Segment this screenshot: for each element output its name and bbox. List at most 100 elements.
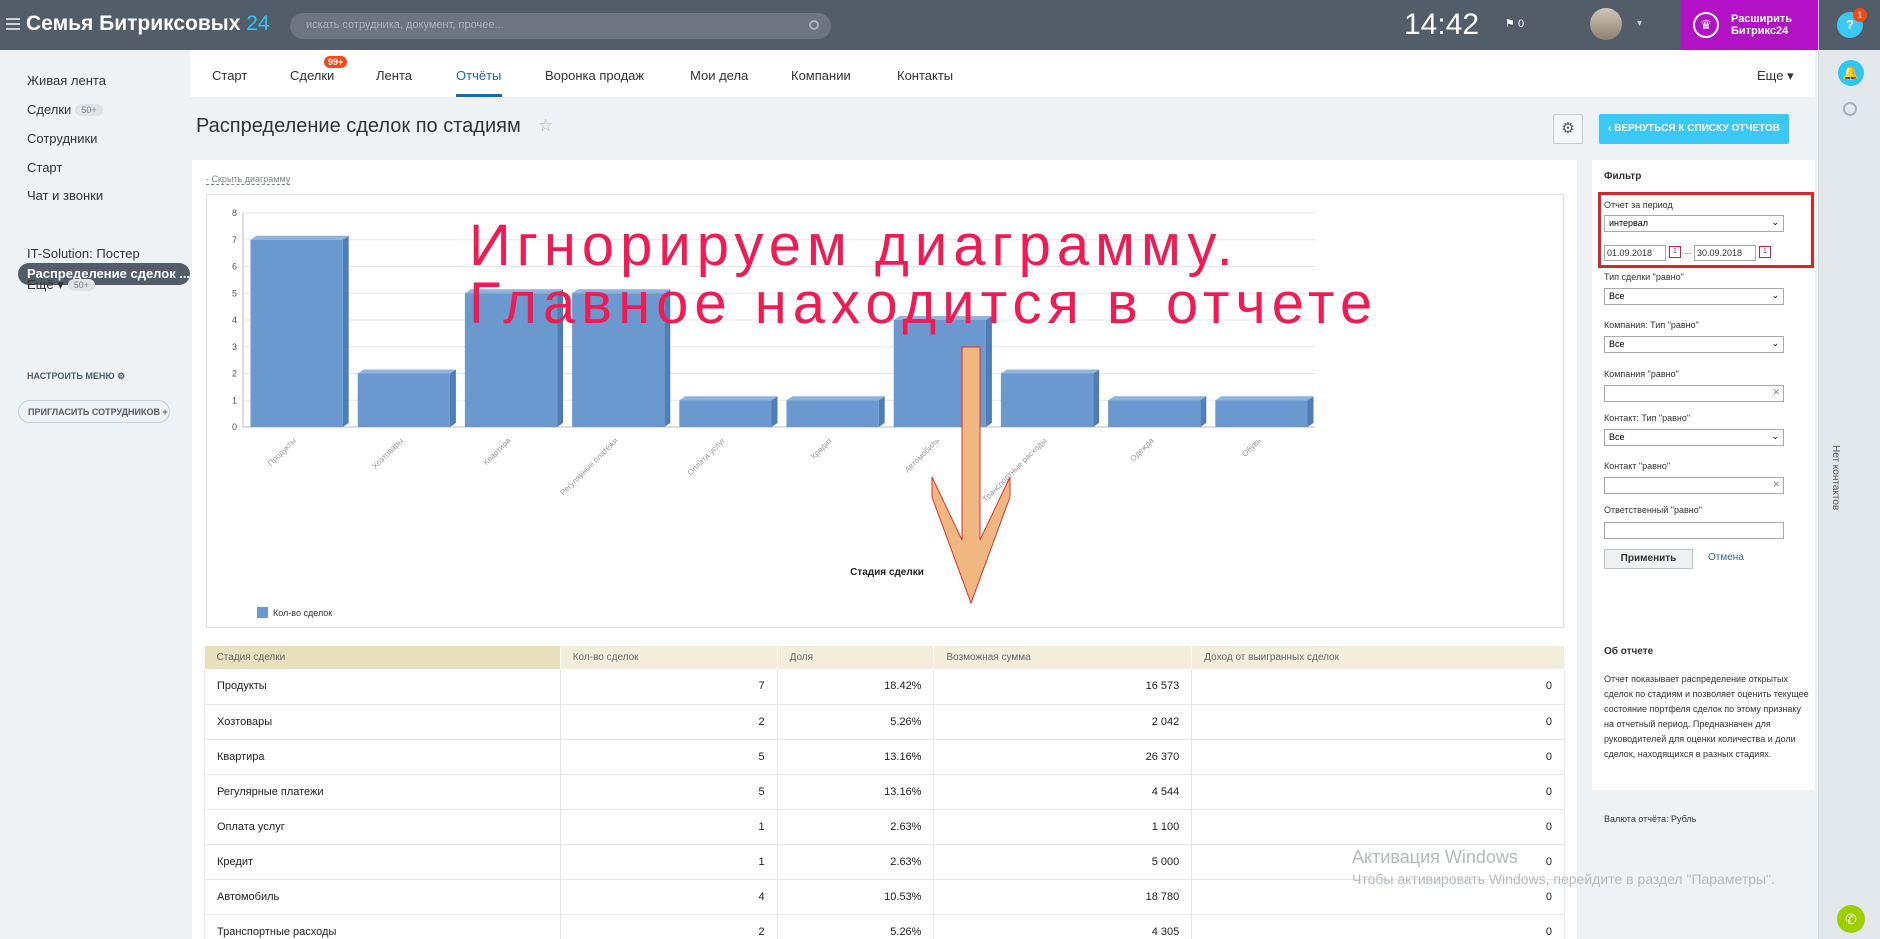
menu-item-more[interactable]: Ещё ▾ 50+ <box>27 277 96 293</box>
table-cell: 16 573 <box>933 669 1193 705</box>
date-from-input[interactable]: 01.09.2018 <box>1604 245 1666 261</box>
bar-side <box>1093 369 1100 427</box>
deal-type-select[interactable]: Все ⌄ <box>1604 288 1784 305</box>
menu-item-employees[interactable]: Сотрудники <box>27 131 97 146</box>
table-cell: Хозтовары <box>204 704 561 740</box>
column-header[interactable]: Доля <box>777 646 935 669</box>
bar <box>679 400 772 427</box>
avatar[interactable] <box>1590 8 1622 40</box>
bar-side <box>771 396 778 427</box>
clear-icon[interactable]: ✕ <box>1772 387 1780 398</box>
contact-type-label: Контакт: Тип "равно" <box>1604 413 1691 423</box>
column-header[interactable]: Доход от выигранных сделок <box>1191 646 1565 669</box>
table-row: Транспортные расходы 2 5.26% 4 305 0 <box>204 914 1565 939</box>
responsible-input[interactable] <box>1604 522 1784 539</box>
menu-item-start[interactable]: Старт <box>27 160 62 175</box>
back-to-reports-button[interactable]: ‹ ВЕРНУТЬСЯ К СПИСКУ ОТЧЕТОВ <box>1599 114 1789 144</box>
tab-sales-funnel[interactable]: Воронка продаж <box>545 68 644 83</box>
menu-item-it-solution[interactable]: IT-Solution: Постер <box>27 246 140 261</box>
table-row: Продукты 7 18.42% 16 573 0 <box>204 669 1565 705</box>
chevron-down-icon: ⌄ <box>1771 290 1779 300</box>
bell-icon[interactable]: 🔔 <box>1838 60 1864 86</box>
date-to-input[interactable]: 30.09.2018 <box>1694 245 1756 261</box>
search-input[interactable]: искать сотрудника, документ, прочее... <box>290 13 831 39</box>
left-menu: Живая лента Сделки 50+ Сотрудники Старт Ч… <box>0 50 190 939</box>
bar-side <box>1307 396 1314 427</box>
tab-feed[interactable]: Лента <box>376 68 412 83</box>
cancel-link[interactable]: Отмена <box>1708 552 1744 563</box>
table-cell: 1 100 <box>933 809 1193 845</box>
date-separator: ... <box>1684 246 1692 256</box>
contact-input[interactable]: ✕ <box>1604 477 1784 494</box>
chart: 0 1 2 3 4 5 6 7 8 Продукты Хозтовары Квартира Регуля… <box>206 194 1564 628</box>
contact-type-select[interactable]: Все ⌄ <box>1604 429 1784 446</box>
more-tabs-button[interactable]: Еще ▾ <box>1757 68 1794 84</box>
calendar-icon[interactable]: 1 <box>1759 246 1771 258</box>
table-cell: 2 <box>560 914 778 939</box>
page-title: Распределение сделок по стадиям <box>196 115 521 137</box>
bar <box>1108 400 1201 427</box>
crown-icon: ♛ <box>1693 12 1719 38</box>
counter-badge: 50+ <box>75 104 103 116</box>
period-select[interactable]: интервал ⌄ <box>1604 215 1784 232</box>
menu-icon[interactable] <box>6 18 20 30</box>
apply-button[interactable]: Применить <box>1604 549 1693 569</box>
bar-top <box>357 369 456 374</box>
invite-button[interactable]: ПРИГЛАСИТЬ СОТРУДНИКОВ + <box>18 400 170 423</box>
upgrade-button[interactable]: ♛ Расширить Битрикс24 <box>1681 0 1818 50</box>
bar-top <box>1215 396 1314 401</box>
table-cell: 5 <box>560 774 778 810</box>
menu-item-live-feed[interactable]: Живая лента <box>27 73 106 88</box>
report-table: Стадия сделки Кол-во сделок Доля Возможная … <box>204 646 1565 939</box>
column-header[interactable]: Кол-во сделок <box>560 646 778 669</box>
right-panel: ? 1 🔔 Нет контактов ✆ <box>1818 0 1880 939</box>
company-input[interactable]: ✕ <box>1604 385 1784 402</box>
chevron-down-icon[interactable]: ▾ <box>1637 18 1642 29</box>
table-cell: 13.16% <box>777 739 935 775</box>
tab-contacts[interactable]: Контакты <box>897 68 953 83</box>
table-row: Квартира 5 13.16% 26 370 0 <box>204 739 1565 775</box>
table-cell: 0 <box>1191 669 1565 705</box>
currency-label: Валюта отчёта: Рубль <box>1604 814 1697 824</box>
company-type-select[interactable]: Все ⌄ <box>1604 336 1784 353</box>
clear-icon[interactable]: ✕ <box>1772 479 1780 490</box>
table-cell: 2.63% <box>777 809 935 845</box>
y-tick-label: 7 <box>232 235 237 245</box>
x-tick-label: Автомобиль <box>903 436 941 474</box>
clock: 14:42 <box>1404 8 1480 41</box>
settings-button[interactable]: ⚙ <box>1553 114 1583 144</box>
phone-icon[interactable]: ✆ <box>1837 905 1865 933</box>
star-icon[interactable]: ☆ <box>538 116 553 136</box>
table-cell: 4 305 <box>933 914 1193 939</box>
menu-item-deals[interactable]: Сделки 50+ <box>27 102 103 117</box>
tab-reports[interactable]: Отчёты <box>456 68 501 83</box>
plus-icon: + <box>162 407 168 417</box>
search-icon[interactable] <box>809 20 819 30</box>
x-tick-label: Одежда <box>1128 436 1156 464</box>
hide-chart-link[interactable]: - Скрыть диаграмму <box>206 174 291 185</box>
bar <box>357 373 450 427</box>
bar <box>786 400 879 427</box>
calendar-icon[interactable]: 1 <box>1669 246 1681 258</box>
menu-item-chat[interactable]: Чат и звонки <box>27 188 103 203</box>
tab-my-tasks[interactable]: Мои дела <box>690 68 748 83</box>
table-cell: 5.26% <box>777 704 935 740</box>
y-tick-label: 5 <box>232 288 237 298</box>
tab-companies[interactable]: Компании <box>791 68 851 83</box>
contacts-label: Нет контактов <box>1830 445 1841 511</box>
y-tick-label: 0 <box>232 422 237 432</box>
table-cell: 0 <box>1191 774 1565 810</box>
y-tick-label: 4 <box>232 315 237 325</box>
y-tick-label: 1 <box>232 395 237 405</box>
setup-menu-button[interactable]: НАСТРОИТЬ МЕНЮ ⚙ <box>27 371 125 382</box>
column-header[interactable]: Возможная сумма <box>933 646 1193 669</box>
tab-start[interactable]: Старт <box>212 68 247 83</box>
tab-deals[interactable]: Сделки <box>290 68 334 83</box>
table-cell: 18 780 <box>933 879 1193 915</box>
flag-counter[interactable]: ⚑ 0 <box>1505 17 1524 30</box>
x-tick-label: Хозтовары <box>370 436 405 471</box>
portal-name[interactable]: Семья Битриксовых 24 <box>26 12 270 36</box>
help-badge: 1 <box>1853 8 1867 22</box>
search-icon[interactable] <box>1843 102 1857 116</box>
column-header[interactable]: Стадия сделки <box>204 646 561 669</box>
